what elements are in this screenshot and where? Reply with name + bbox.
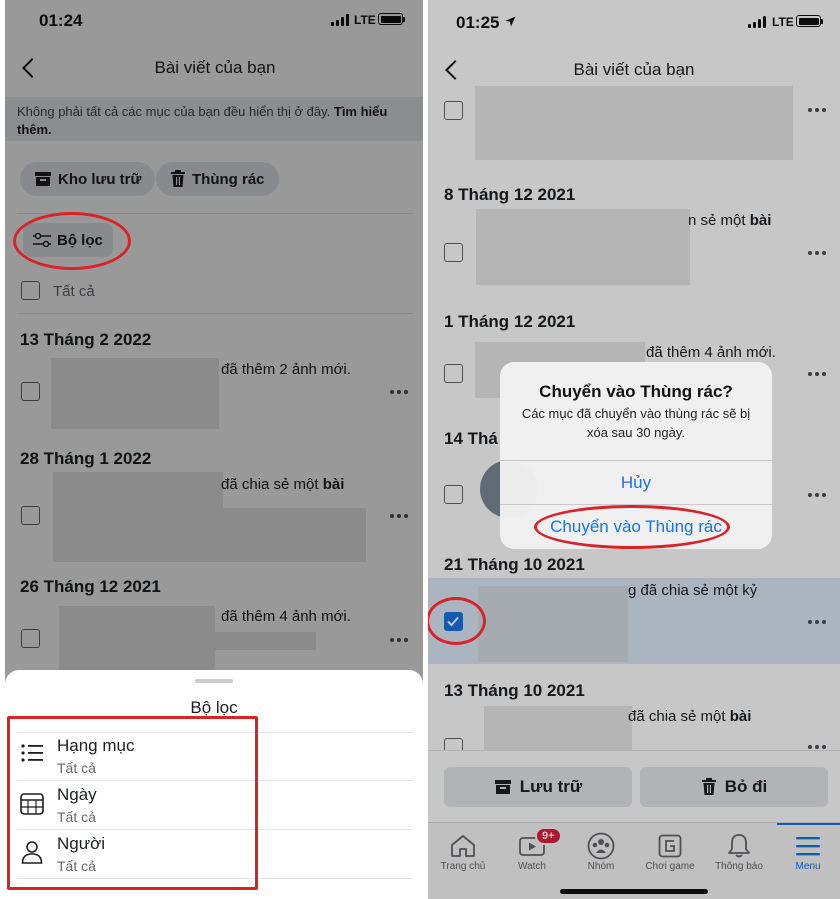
cancel-button[interactable]: Hủy — [500, 460, 772, 504]
dialog-message: Các mục đã chuyển vào thùng rác sẽ bị xó… — [521, 406, 751, 440]
right-screen: 01:25 LTE Bài viết của bạn 8 Tháng 12 20… — [428, 0, 840, 899]
highlight-rect — [7, 716, 258, 890]
dialog-title: Chuyển vào Thùng rác? — [539, 382, 733, 401]
highlight-oval — [13, 212, 131, 270]
sheet-title: Bộ lọc — [190, 698, 238, 717]
sheet-handle[interactable] — [195, 679, 233, 683]
left-screen: 01:24 LTE Bài viết của bạn Không phải tấ… — [5, 0, 423, 899]
highlight-oval — [534, 505, 730, 549]
highlight-oval — [428, 597, 486, 645]
